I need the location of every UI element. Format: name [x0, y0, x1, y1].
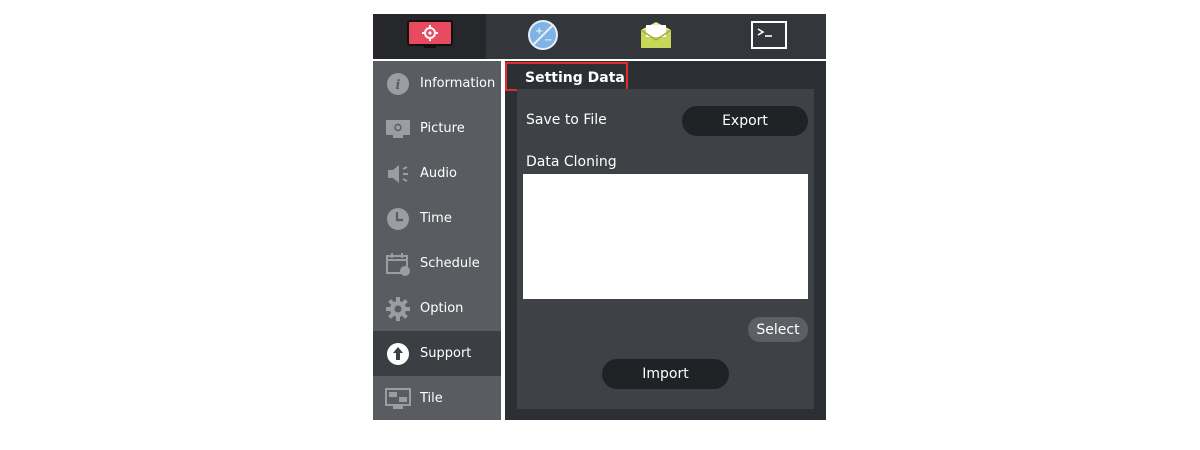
- settings-monitor-icon: [406, 19, 453, 54]
- sidebar-item-label: Time: [420, 211, 452, 226]
- svg-text:−: −: [544, 35, 552, 46]
- terminal-icon: [751, 20, 788, 53]
- sidebar-item-information[interactable]: i Information: [373, 61, 501, 106]
- save-to-file-label: Save to File: [526, 112, 607, 128]
- tab-settings[interactable]: [373, 14, 487, 59]
- tab-player[interactable]: + −: [486, 14, 599, 59]
- gear-icon: [385, 296, 411, 322]
- sidebar-item-tile[interactable]: Tile: [373, 376, 501, 421]
- page-title: Setting Data: [525, 70, 625, 86]
- tile-icon: [385, 386, 411, 412]
- sidebar-item-option[interactable]: Option: [373, 286, 501, 331]
- sidebar-item-label: Information: [420, 76, 496, 91]
- svg-text:+: +: [535, 26, 543, 37]
- player-icon: + −: [527, 19, 559, 55]
- clock-icon: [385, 206, 411, 232]
- audio-icon: [385, 161, 411, 187]
- data-cloning-label: Data Cloning: [526, 154, 617, 170]
- svg-text:i: i: [396, 78, 401, 93]
- sidebar-item-label: Schedule: [420, 256, 480, 271]
- data-cloning-list[interactable]: [523, 174, 808, 299]
- import-button[interactable]: Import: [602, 359, 729, 389]
- mail-icon: [639, 20, 673, 54]
- sidebar-item-support[interactable]: Support: [373, 331, 501, 376]
- sidebar-item-label: Tile: [420, 391, 443, 406]
- main-content: Save to File Export Data Cloning Select …: [505, 61, 826, 420]
- sidebar-item-schedule[interactable]: Schedule: [373, 241, 501, 286]
- export-button[interactable]: Export: [682, 106, 808, 136]
- setting-data-panel: Save to File Export Data Cloning Select …: [517, 89, 814, 409]
- select-button[interactable]: Select: [748, 317, 808, 342]
- sidebar-item-audio[interactable]: Audio: [373, 151, 501, 196]
- sidebar-item-label: Audio: [420, 166, 457, 181]
- sidebar-item-label: Support: [420, 346, 472, 361]
- info-icon: i: [385, 71, 411, 97]
- sidebar-item-time[interactable]: Time: [373, 196, 501, 241]
- sidebar: i Information Picture Audio Time Schedul…: [373, 61, 501, 420]
- upload-icon: [385, 341, 411, 367]
- picture-icon: [385, 116, 411, 142]
- tab-mail[interactable]: [600, 14, 713, 59]
- sidebar-item-label: Option: [420, 301, 464, 316]
- top-tab-bar: + −: [373, 14, 826, 59]
- calendar-icon: [385, 251, 411, 277]
- tab-terminal[interactable]: [713, 14, 826, 59]
- settings-app: + − i Information Picture Audio Time Sch…: [373, 14, 826, 420]
- sidebar-item-label: Picture: [420, 121, 465, 136]
- sidebar-item-picture[interactable]: Picture: [373, 106, 501, 151]
